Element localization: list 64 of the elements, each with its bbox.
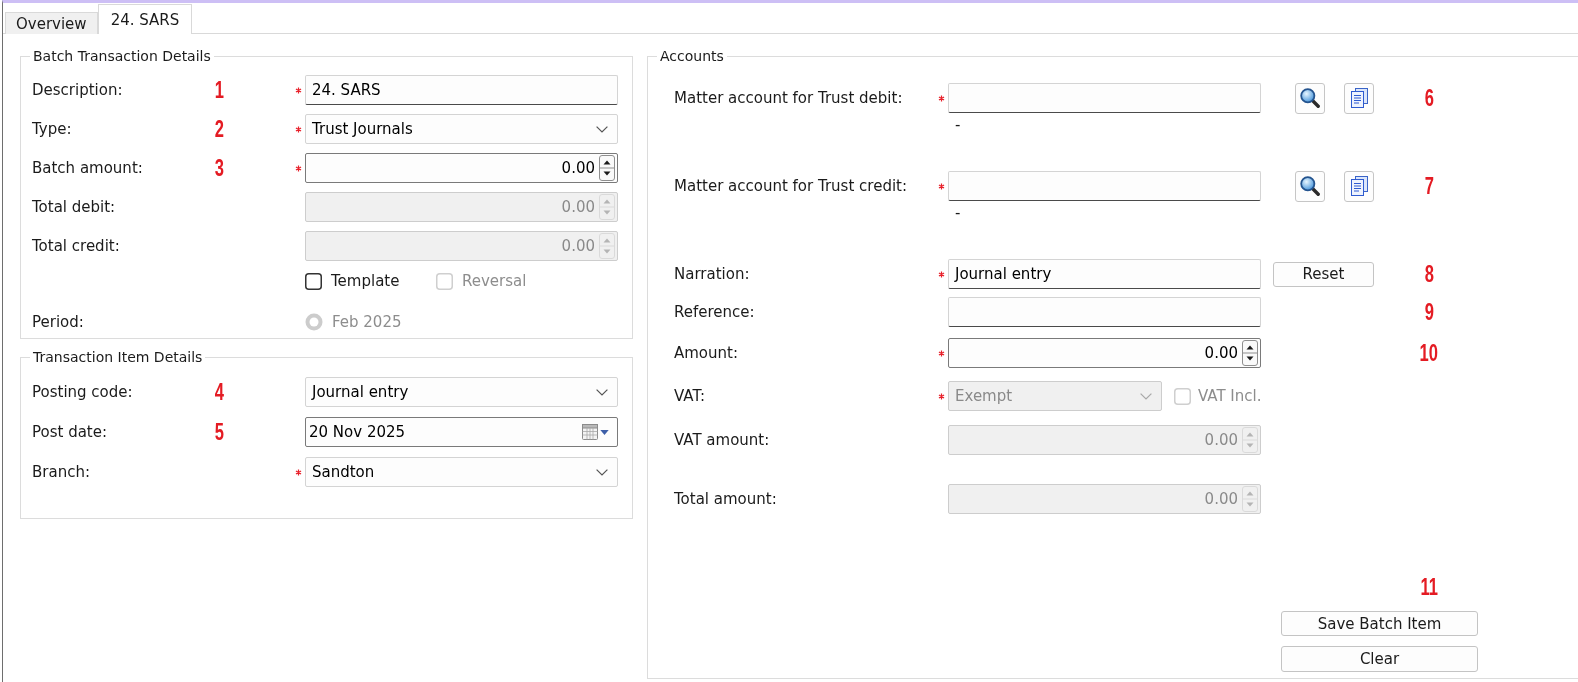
field-label: Branch: bbox=[32, 463, 91, 481]
text-field[interactable] bbox=[948, 83, 1261, 113]
search-icon bbox=[1300, 176, 1320, 196]
field-label: Post date: bbox=[32, 423, 109, 441]
document-button[interactable] bbox=[1344, 82, 1374, 114]
reset-button[interactable]: Reset bbox=[1273, 261, 1374, 287]
dropdown[interactable]: Trust Journals bbox=[305, 114, 618, 144]
callout-number: 6 bbox=[1424, 87, 1434, 109]
document-button[interactable] bbox=[1344, 170, 1374, 202]
spin-arrows-icon[interactable] bbox=[599, 155, 615, 181]
date-field[interactable]: 20 Nov 2025 bbox=[305, 417, 618, 447]
calendar-icon[interactable] bbox=[582, 424, 598, 440]
field-label: Period: bbox=[32, 313, 85, 331]
tab[interactable]: 24. SARS bbox=[97, 4, 193, 34]
chevron-down-icon bbox=[596, 125, 608, 133]
text-field[interactable] bbox=[948, 171, 1261, 201]
text-field[interactable]: 24. SARS bbox=[305, 75, 618, 105]
field-label: Matter account for Trust credit: bbox=[674, 177, 908, 195]
callout-number: 4 bbox=[214, 381, 224, 403]
dropdown[interactable]: Journal entry bbox=[305, 377, 618, 407]
number-field[interactable]: 0.00 bbox=[948, 338, 1261, 368]
checkbox[interactable] bbox=[305, 272, 322, 290]
field-label: Type: bbox=[32, 120, 73, 138]
account-name: - bbox=[955, 116, 961, 134]
save-button[interactable]: Save Batch Item bbox=[1281, 611, 1478, 636]
field-label: Total debit: bbox=[32, 198, 117, 216]
spin-arrows-icon[interactable] bbox=[1242, 340, 1258, 366]
field-label: Posting code: bbox=[32, 383, 134, 401]
field-label: Reference: bbox=[674, 303, 756, 321]
clear-button[interactable]: Clear bbox=[1281, 646, 1478, 672]
callout-number: 11 bbox=[1420, 575, 1438, 599]
search-button[interactable] bbox=[1295, 170, 1325, 202]
field-label: Description: bbox=[32, 81, 124, 99]
text-field[interactable] bbox=[948, 297, 1261, 327]
chevron-down-icon bbox=[1140, 392, 1152, 400]
document-icon bbox=[1350, 176, 1368, 196]
field-label: Matter account for Trust debit: bbox=[674, 89, 904, 107]
callout-number: 9 bbox=[1424, 301, 1434, 323]
search-button[interactable] bbox=[1295, 82, 1325, 114]
callout-number: 10 bbox=[1419, 342, 1439, 364]
chevron-down-icon bbox=[596, 388, 608, 396]
number-field[interactable]: 0.00 bbox=[305, 153, 618, 183]
account-name: - bbox=[955, 204, 961, 222]
callout-number: 7 bbox=[1424, 175, 1434, 197]
field-label: Narration: bbox=[674, 265, 751, 283]
chevron-down-icon bbox=[596, 468, 608, 476]
search-icon bbox=[1300, 88, 1320, 108]
field-label: Total credit: bbox=[32, 237, 121, 255]
text-field[interactable]: Journal entry bbox=[948, 259, 1261, 289]
field-label: Amount: bbox=[674, 344, 739, 362]
field-label: VAT amount: bbox=[674, 431, 771, 449]
field-label: Batch amount: bbox=[32, 159, 144, 177]
callout-number: 5 bbox=[214, 421, 224, 443]
tab[interactable]: Overview bbox=[5, 12, 98, 34]
caret-down-icon[interactable] bbox=[600, 429, 609, 435]
callout-number: 8 bbox=[1424, 263, 1434, 285]
dropdown[interactable]: Sandton bbox=[305, 457, 618, 487]
field-label: Total amount: bbox=[674, 490, 778, 508]
callout-number: 1 bbox=[214, 79, 224, 101]
checkbox-label[interactable]: Template bbox=[331, 272, 400, 290]
callout-number: 3 bbox=[214, 157, 224, 179]
field-label: VAT: bbox=[674, 387, 706, 405]
callout-number: 2 bbox=[214, 118, 224, 140]
document-icon bbox=[1350, 88, 1368, 108]
